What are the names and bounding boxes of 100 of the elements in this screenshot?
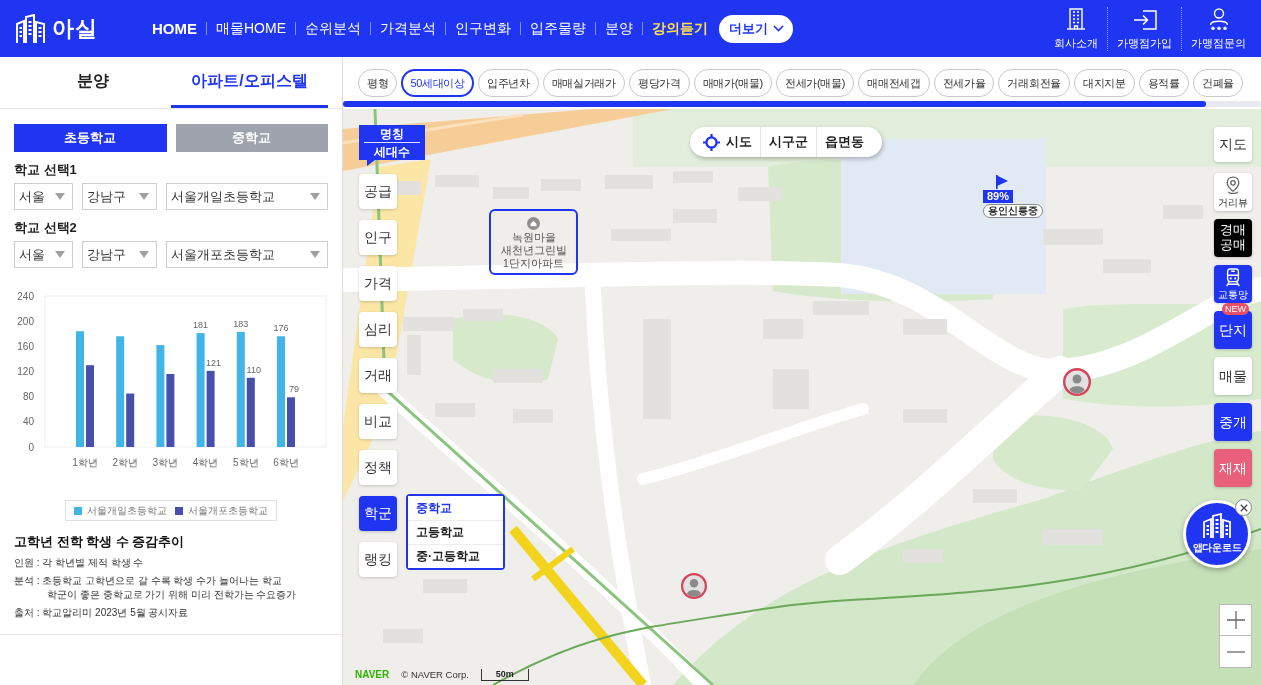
crosshair-icon[interactable] [703,133,720,151]
filter-chip[interactable]: 전세가율 [933,69,995,97]
panel-tab[interactable]: 아파트/오피스텔 [171,57,328,108]
map-menu-button[interactable]: 학군 [359,496,397,531]
header-action-button[interactable]: 가맹점가입 [1107,6,1181,51]
school-level-button[interactable]: 초등학교 [14,124,167,152]
field-label: 학교 선택1 [14,162,78,177]
map-menu-button[interactable]: 정책 [359,450,397,485]
nav-link[interactable]: 입주물량 [521,19,595,38]
chevron-down-icon [773,25,784,32]
map-side-button[interactable]: 단지 [1214,311,1252,349]
building-footprint [813,301,869,315]
axis-category-label: 2학년 [112,457,138,468]
select-field[interactable]: 서울 [14,183,73,210]
filter-chip[interactable]: 전세가(매물) [775,69,855,97]
map-menu-button[interactable]: 비교 [359,404,397,439]
map-side-button[interactable]: 거리뷰 [1214,173,1252,211]
header-action-button[interactable]: 회사소개 [1045,6,1107,51]
select-field[interactable]: 서울개일초등학교 [166,183,328,210]
train-icon [1224,267,1242,287]
select-field[interactable]: 서울개포초등학교 [166,241,328,268]
map-side-button[interactable]: 경매 공매 [1214,219,1252,257]
zoom-in-button[interactable] [1219,604,1252,636]
map-side-button[interactable]: 교통망 [1214,265,1252,303]
region-level-button[interactable]: 시구군 [760,127,816,157]
menu-item[interactable]: 중·고등학교 [408,544,503,568]
map-pin-icon [1225,175,1241,195]
filter-chip[interactable]: 매매가(매물) [693,69,772,97]
more-button[interactable]: 더보기 [719,14,793,43]
nav-link[interactable]: HOME [152,20,206,37]
sign-in-icon [1132,9,1157,30]
map-menu-button[interactable]: 랭킹 [359,542,397,577]
region-level-button[interactable]: 읍면동 [816,127,872,157]
filter-chip[interactable]: 건폐율 [1192,69,1243,97]
nav-link[interactable]: 가격분석 [371,19,445,38]
field-label: 학교 선택2 [14,220,78,235]
map-menu-button[interactable]: 공급 [359,174,397,209]
caret-down-icon [55,193,65,200]
axis-category-label: 6학년 [273,457,299,468]
building-footprint [493,369,543,383]
plus-icon [1226,611,1245,629]
map-side-button[interactable]: 매물 [1214,357,1252,395]
legend-label: 서울개포초등학교 [188,504,268,517]
selected-complex-outline[interactable]: 녹원마을 새천년그린빌 1단지아파트 [489,209,578,275]
flag-icon [996,175,1008,189]
header-action-button[interactable]: 가맹점문의 [1181,6,1255,51]
school-marker-label[interactable]: 용인신릉중 [983,204,1043,218]
map-menu-button[interactable]: 인구 [359,220,397,255]
percent-badge: 89% [983,190,1014,203]
map-menu-button[interactable]: 거래 [359,358,397,393]
axis-tick-label: 120 [17,366,34,377]
new-badge: NEW [1222,303,1249,315]
nav-link[interactable]: 인구변화 [446,19,520,38]
apartment-marker-icon [527,217,540,230]
caret-down-icon [139,251,149,258]
axis-tick-label: 160 [17,340,34,352]
select-field[interactable]: 강남구 [82,241,157,268]
axis-tick-label: 0 [28,441,34,453]
filter-chip[interactable]: 평당가격 [628,69,690,97]
copyright-text: © NAVER Corp. [401,669,469,681]
axis-tick-label: 200 [17,315,34,327]
home-logo-link[interactable]: 아실 [15,13,152,44]
select-field[interactable]: 서울 [14,241,73,268]
building-icon [1066,7,1086,30]
axis-category-label: 1학년 [72,457,98,468]
caret-down-icon [55,251,65,258]
nav-link[interactable]: 순위분석 [296,19,370,38]
zoom-out-button[interactable] [1219,636,1252,668]
map-menu-button[interactable]: 가격 [359,266,397,301]
region-level-button[interactable]: 시도 [720,127,760,157]
value-label: 110 [246,364,261,375]
note-text: 인원 : 각 학년별 제적 학생 수 [14,556,145,570]
filter-chip[interactable]: 용적률 [1138,69,1189,97]
axis-tick-label: 80 [22,391,34,403]
axis-tick-label: 40 [22,416,34,428]
building-footprint [463,309,503,321]
value-label: 79 [289,384,299,395]
minus-icon [1226,650,1245,653]
nav-link[interactable]: 분양 [596,19,642,38]
building-footprint [1043,229,1103,245]
panel-tab[interactable]: 분양 [14,57,171,108]
map-side-button[interactable]: 지도 [1214,127,1252,162]
filter-chip[interactable]: 대지지분 [1074,69,1135,97]
complex-label: 녹원마을 새천년그린빌 1단지아파트 [499,231,568,270]
filter-chip[interactable]: 거래회전율 [998,69,1070,97]
axis-category-label: 4학년 [192,457,219,468]
nav-link[interactable]: 강의듣기 [643,19,717,38]
close-icon [1239,503,1248,512]
select-field[interactable]: 강남구 [82,183,157,210]
value-label: 181 [193,320,209,331]
notes-title: 고학년 전학 학생 수 증감추이 [14,534,186,550]
map-side-button[interactable]: 중개 [1214,403,1252,441]
filter-chip[interactable]: 매매실거래가 [542,69,625,97]
filter-chip[interactable]: 50세대이상 [401,69,474,97]
filter-chip[interactable]: 입주년차 [477,69,539,97]
filter-chip[interactable]: 매매전세갭 [858,69,930,97]
nav-link[interactable]: 매물HOME [207,19,295,38]
map-menu-button[interactable]: 심리 [359,312,397,347]
building-footprint [903,319,947,335]
filter-chip[interactable]: 평형 [358,69,398,97]
